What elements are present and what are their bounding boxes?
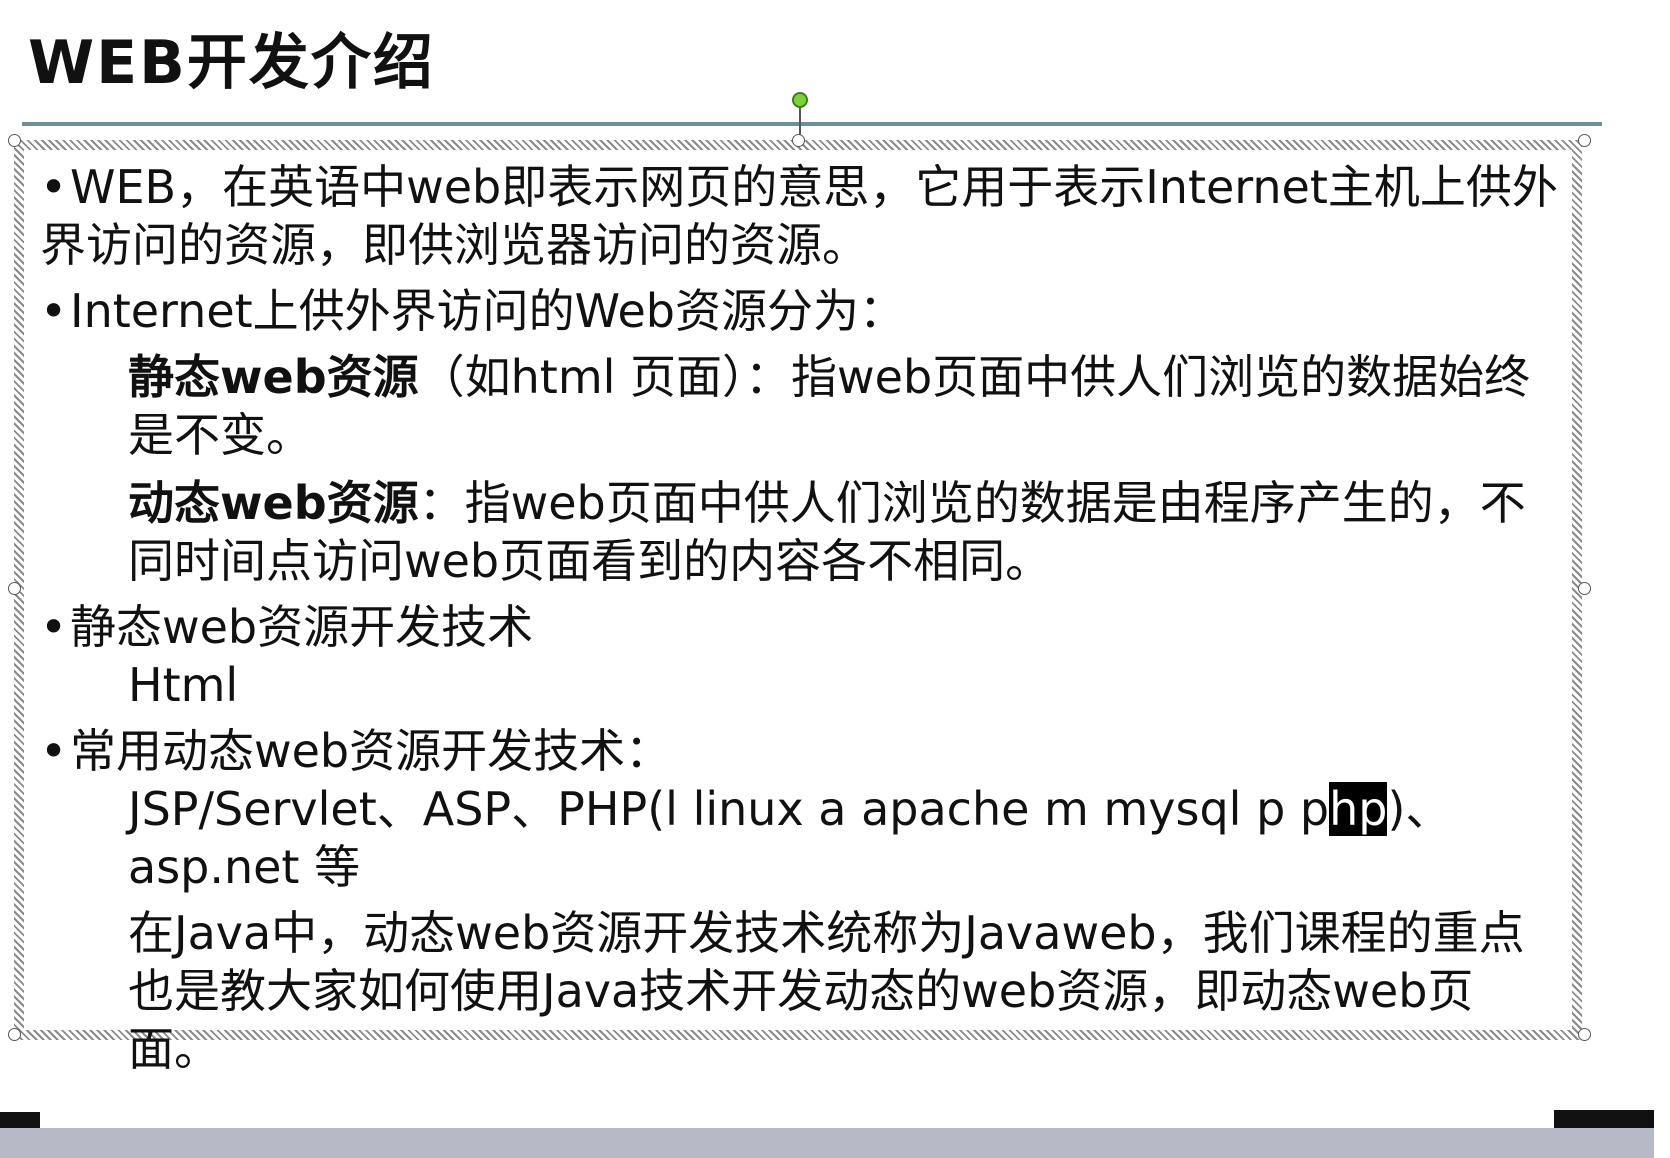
bullet-marker: • [40, 600, 68, 654]
bullet-marker: • [40, 160, 68, 214]
resize-handle-top-middle[interactable] [792, 134, 805, 147]
rotate-handle[interactable] [792, 92, 808, 108]
resize-handle-middle-left[interactable] [8, 582, 21, 595]
bullet-resource-types: •Internet上供外界访问的Web资源分为： [40, 282, 1560, 340]
resize-handle-bottom-right[interactable] [1578, 1028, 1591, 1041]
bullet-text: 静态web资源开发技术 [70, 600, 534, 654]
dynamic-resource-label: 动态web资源 [128, 476, 419, 530]
window-bottom-bar [0, 1128, 1670, 1158]
window-bottom-edge-left [0, 1112, 40, 1128]
slide-title: WEB开发介绍 [28, 28, 435, 98]
title-divider [22, 122, 1602, 126]
resize-handle-top-right[interactable] [1578, 134, 1591, 147]
window-bottom-edge-right [1554, 1110, 1654, 1128]
static-resource-label: 静态web资源 [128, 350, 419, 404]
bullet-marker: • [40, 724, 68, 778]
dynamic-tech-list-suffix: )、 [1387, 782, 1452, 836]
dynamic-tech-list-prefix: JSP/Servlet、ASP、PHP(l linux a apache m m… [128, 782, 1330, 836]
dynamic-resource-description: 动态web资源：指web页面中供人们浏览的数据是由程序产生的，不同时间点访问we… [40, 474, 1560, 590]
resize-handle-middle-right[interactable] [1578, 582, 1591, 595]
static-tech-item: Html [128, 658, 239, 712]
bullet-dynamic-tech: •常用动态web资源开发技术： [40, 722, 1560, 780]
text-selection-highlight[interactable]: hp [1329, 782, 1388, 836]
resize-handle-bottom-left[interactable] [8, 1028, 21, 1041]
bullet-marker: • [40, 284, 68, 338]
bullet-static-tech: •静态web资源开发技术 [40, 598, 1560, 656]
bullet-web-definition: •WEB，在英语中web即表示网页的意思，它用于表示Internet主机上供外界… [40, 158, 1560, 274]
java-web-note: 在Java中，动态web资源开发技术统称为Javaweb，我们课程的重点也是教大… [128, 906, 1525, 1076]
bullet-text: 常用动态web资源开发技术： [70, 724, 672, 778]
dynamic-tech-list-continued: asp.net 等 [128, 840, 361, 894]
slide-body-text[interactable]: •WEB，在英语中web即表示网页的意思，它用于表示Internet主机上供外界… [40, 158, 1560, 1078]
static-resource-description: 静态web资源（如html 页面）：指web页面中供人们浏览的数据始终是不变。 [40, 348, 1560, 464]
dynamic-tech-list: JSP/Servlet、ASP、PHP(l linux a apache m m… [40, 780, 1560, 838]
window-right-gutter [1654, 0, 1670, 1158]
bullet-text: Internet上供外界访问的Web资源分为： [70, 284, 905, 338]
resize-handle-top-left[interactable] [8, 134, 21, 147]
bullet-text: WEB，在英语中web即表示网页的意思，它用于表示Internet主机上供外界访… [40, 160, 1558, 272]
